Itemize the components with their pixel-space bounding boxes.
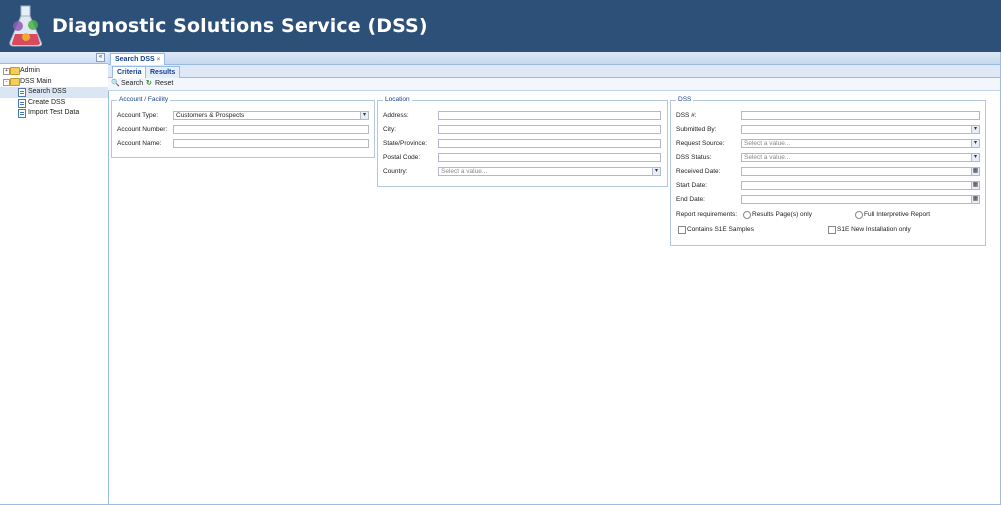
s1e-new-installation-label: S1E New Installation only	[837, 226, 911, 233]
country-label: Country:	[383, 168, 408, 175]
fieldset-legend: DSS	[676, 96, 694, 103]
calendar-icon[interactable]: ▦	[971, 182, 979, 189]
tab-results[interactable]: Results	[145, 66, 181, 78]
start-date-input[interactable]: ▦	[741, 181, 980, 190]
dss-fieldset: DSS DSS #: Submitted By: ▾ Request Sourc…	[670, 96, 986, 246]
account-type-value: Customers & Prospects	[176, 112, 245, 119]
account-name-label: Account Name:	[117, 140, 162, 147]
tab-criteria[interactable]: Criteria	[112, 66, 147, 78]
page-icon	[18, 109, 26, 118]
dropdown-arrow-icon[interactable]: ▾	[360, 112, 368, 119]
received-date-label: Received Date:	[676, 168, 721, 175]
location-fieldset: Location Address: City: State/Province: …	[377, 96, 668, 187]
country-placeholder: Select a value...	[441, 168, 488, 175]
city-label: City:	[383, 126, 396, 133]
tab-search-dss[interactable]: Search DSS ×	[110, 53, 166, 65]
tree-label: DSS Main	[20, 77, 52, 85]
results-only-radio[interactable]	[743, 211, 751, 219]
address-input[interactable]	[438, 111, 661, 120]
account-type-select[interactable]: Customers & Prospects ▾	[173, 111, 369, 120]
postal-code-input[interactable]	[438, 153, 661, 162]
reset-icon: ↻	[146, 80, 152, 87]
report-requirements-label: Report requirements:	[676, 211, 738, 218]
dropdown-arrow-icon[interactable]: ▾	[652, 168, 660, 175]
navigation-panel-header: «	[0, 52, 108, 64]
page-icon	[18, 98, 26, 108]
dss-number-label: DSS #:	[676, 112, 697, 119]
state-province-input[interactable]	[438, 139, 661, 148]
folder-open-icon	[10, 77, 20, 86]
state-province-label: State/Province:	[383, 140, 428, 147]
request-source-select[interactable]: Select a value... ▾	[741, 139, 980, 148]
fieldset-legend: Location	[383, 96, 412, 103]
dss-status-label: DSS Status:	[676, 154, 712, 161]
received-date-input[interactable]: ▦	[741, 167, 980, 176]
dropdown-arrow-icon[interactable]: ▾	[971, 154, 979, 161]
country-select[interactable]: Select a value... ▾	[438, 167, 661, 176]
postal-code-label: Postal Code:	[383, 154, 421, 161]
flask-logo-icon	[4, 4, 48, 48]
tree-node-dss-main[interactable]: - DSS Main	[0, 77, 108, 88]
city-input[interactable]	[438, 125, 661, 134]
fieldset-legend: Account / Facility	[117, 96, 171, 103]
start-date-label: Start Date:	[676, 182, 708, 189]
address-label: Address:	[383, 112, 409, 119]
collapse-icon[interactable]: -	[3, 78, 10, 86]
tree-node-search-dss[interactable]: Search DSS	[0, 87, 108, 98]
account-number-input[interactable]	[173, 125, 369, 134]
navigation-panel: « + Admin - DSS Main Search DSS Create D…	[0, 52, 109, 505]
search-icon: 🔍	[111, 80, 120, 87]
account-type-label: Account Type:	[117, 112, 159, 119]
main-panel: Search DSS × Criteria Results 🔍 Search ↻ …	[108, 52, 1001, 505]
end-date-label: End Date:	[676, 196, 705, 203]
dss-status-placeholder: Select a value...	[744, 154, 791, 161]
search-button-label: Search	[121, 80, 144, 87]
app-title: Diagnostic Solutions Service (DSS)	[52, 15, 428, 37]
navigation-tree: + Admin - DSS Main Search DSS Create DSS…	[0, 64, 108, 119]
tree-node-import-test-data[interactable]: Import Test Data	[0, 108, 108, 119]
full-report-radio[interactable]	[855, 211, 863, 219]
calendar-icon[interactable]: ▦	[971, 168, 979, 175]
page-icon	[18, 88, 26, 97]
request-source-placeholder: Select a value...	[744, 140, 791, 147]
calendar-icon[interactable]: ▦	[971, 196, 979, 203]
dropdown-arrow-icon[interactable]: ▾	[971, 140, 979, 147]
account-number-label: Account Number:	[117, 126, 168, 133]
tree-node-admin[interactable]: + Admin	[0, 66, 108, 77]
contains-s1e-label: Contains S1E Samples	[687, 226, 754, 233]
tab-bar: Search DSS ×	[108, 52, 1000, 65]
account-facility-fieldset: Account / Facility Account Type: Custome…	[111, 96, 375, 158]
expand-icon[interactable]: +	[3, 68, 10, 75]
tree-label: Create DSS	[28, 98, 66, 106]
tree-label: Import Test Data	[28, 109, 80, 116]
results-only-label: Results Page(s) only	[752, 211, 812, 218]
tree-label: Search DSS	[28, 88, 67, 95]
search-toolbar: 🔍 Search ↻ Reset	[108, 78, 1000, 91]
dss-number-input[interactable]	[741, 111, 980, 120]
tab-label: Search DSS	[115, 56, 155, 63]
submitted-by-label: Submitted By:	[676, 126, 717, 133]
dropdown-arrow-icon[interactable]: ▾	[971, 126, 979, 133]
close-tab-icon[interactable]: ×	[157, 57, 161, 63]
full-report-label: Full Interpretive Report	[864, 211, 931, 218]
subtab-bar: Criteria Results	[108, 65, 1000, 78]
s1e-new-installation-checkbox[interactable]	[828, 226, 836, 234]
account-name-input[interactable]	[173, 139, 369, 148]
end-date-input[interactable]: ▦	[741, 195, 980, 204]
request-source-label: Request Source:	[676, 140, 725, 147]
reset-button-label: Reset	[155, 80, 174, 87]
tree-label: Admin	[20, 67, 40, 74]
collapse-panel-button[interactable]: «	[96, 53, 105, 62]
folder-icon	[10, 67, 20, 75]
contains-s1e-checkbox[interactable]	[678, 226, 686, 234]
app-header: Diagnostic Solutions Service (DSS)	[0, 0, 1001, 52]
submitted-by-select[interactable]: ▾	[741, 125, 980, 134]
tree-node-create-dss[interactable]: Create DSS	[0, 98, 108, 109]
dss-status-select[interactable]: Select a value... ▾	[741, 153, 980, 162]
